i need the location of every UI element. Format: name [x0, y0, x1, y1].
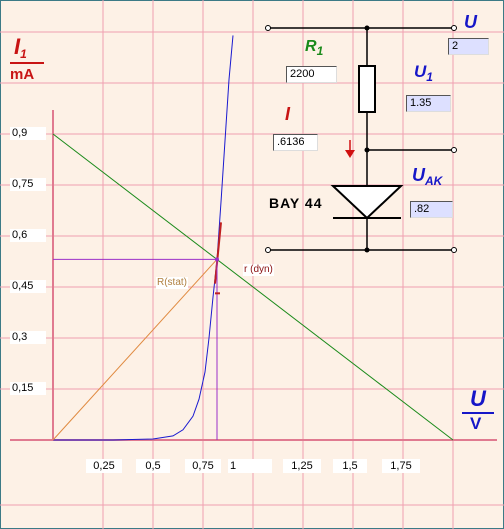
y-tick-label: 0,6: [10, 229, 46, 242]
x-tick-label: 0,25: [86, 459, 122, 473]
u1-symbol: U: [414, 62, 427, 81]
dynamic-resistance-label: r (dyn): [243, 264, 274, 276]
static-resistance-label: R(stat): [156, 277, 188, 289]
x-tick-label: 1,75: [382, 459, 420, 473]
resistor-r1-label: R1: [305, 38, 323, 58]
resistor-r1-field[interactable]: 2200: [286, 66, 337, 83]
y-tick-label: 0,45: [10, 280, 46, 293]
r1-subscript: 1: [316, 44, 324, 58]
x-tick-label: 0,5: [136, 459, 170, 473]
node-bottom: [364, 247, 370, 253]
terminal-bottom-right: [451, 247, 457, 253]
y-axis-title: I1: [14, 34, 27, 61]
current-label: I: [285, 104, 291, 124]
x-tick-label: 1: [228, 459, 272, 473]
diode-characteristic-line: [53, 35, 234, 441]
resistor-r1: [358, 65, 376, 113]
y-tick-label: 0,15: [10, 382, 46, 395]
current-field[interactable]: .6136: [273, 134, 318, 151]
terminal-bottom-left: [265, 247, 271, 253]
x-tick-label: 1,25: [283, 459, 321, 473]
diode-voltage-field[interactable]: .82: [410, 201, 453, 218]
y-tick-label: 0,75: [10, 178, 46, 191]
diode-symbol: [330, 185, 404, 220]
u1-subscript: 1: [426, 70, 433, 84]
dynamic-tangent-line: [214, 222, 222, 284]
y-tick-label: 0,9: [10, 127, 46, 140]
y-axis-subscript: 1: [20, 47, 27, 61]
x-tick-label: 0,75: [185, 459, 221, 473]
resistor-voltage-field[interactable]: 1.35: [406, 95, 451, 112]
diode-type-label: BAY 44: [269, 195, 323, 211]
uak-symbol: U: [412, 165, 425, 185]
r1-symbol: R: [305, 38, 317, 55]
x-axis-title: U: [470, 386, 486, 411]
x-axis-unit: V: [470, 414, 482, 433]
uak-subscript: AK: [425, 174, 443, 188]
diode-simulation-window: I1 mA U V 0,9 0,75 0,6 0,45 0,3 0,15 0,2…: [0, 0, 504, 529]
resistor-voltage-label: U1: [414, 62, 433, 84]
y-axis-unit: mA: [10, 66, 35, 83]
x-tick-label: 1,5: [333, 459, 367, 473]
terminal-top-right: [451, 25, 457, 31]
diode-voltage-label: UAK: [412, 165, 442, 188]
source-voltage-field[interactable]: 2: [448, 38, 489, 55]
terminal-mid-right: [451, 147, 457, 153]
y-tick-label: 0,3: [10, 331, 46, 344]
operating-point-marker[interactable]: [215, 257, 219, 262]
static-resistance-line: [52, 258, 218, 441]
terminal-top-left: [265, 25, 271, 31]
source-voltage-label: U: [464, 12, 477, 32]
y-axis-fraction-bar: [10, 62, 44, 64]
